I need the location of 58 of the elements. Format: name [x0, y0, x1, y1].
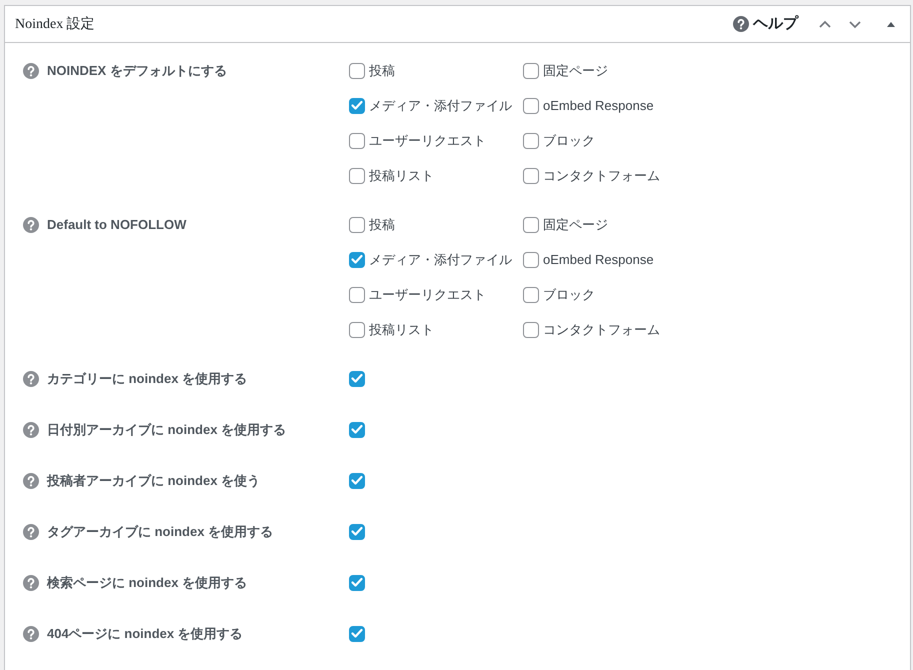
checkbox[interactable] — [349, 574, 365, 590]
checkbox[interactable] — [349, 62, 365, 78]
setting-label: 404ページに noindex を使用する — [47, 624, 243, 643]
help-icon — [23, 626, 39, 642]
option-label: 投稿 — [369, 62, 395, 80]
checkbox[interactable] — [349, 216, 365, 232]
option-label: 投稿リスト — [369, 166, 434, 185]
option-label: ブロック — [543, 286, 595, 304]
chevron-up-icon — [818, 18, 832, 30]
checkbox[interactable] — [349, 168, 365, 184]
checkbox[interactable] — [523, 286, 539, 302]
checkbox[interactable] — [349, 252, 365, 268]
setting-label: 日付別アーカイブに noindex を使用する — [47, 420, 286, 439]
help-icon — [733, 16, 749, 32]
setting-label: 検索ページに noindex を使用する — [47, 574, 248, 592]
checkbox[interactable] — [349, 98, 365, 114]
option-label: コンタクトフォーム — [543, 320, 660, 339]
panel-title: Noindex 設定 — [15, 15, 95, 34]
checkbox[interactable] — [349, 422, 365, 438]
help-icon — [23, 62, 39, 78]
setting-label: カテゴリーに noindex を使用する — [47, 370, 248, 388]
option-label: ユーザーリクエスト — [369, 286, 486, 304]
setting-label: Default to NOFOLLOW — [47, 216, 186, 234]
checkbox[interactable] — [349, 472, 365, 488]
checkbox[interactable] — [349, 286, 365, 302]
setting-label: NOINDEX をデフォルトにする — [47, 62, 227, 80]
option-label: 固定ページ — [543, 216, 608, 234]
setting-label: 投稿者アーカイブに noindex を使う — [47, 472, 260, 490]
option-label: メディア・添付ファイル — [369, 250, 512, 269]
option-label: コンタクトフォーム — [543, 166, 660, 185]
checkbox[interactable] — [523, 62, 539, 78]
setting-label: タグアーカイブに noindex を使用する — [47, 522, 274, 541]
option-label: oEmbed Response — [543, 96, 654, 115]
checkbox[interactable] — [523, 216, 539, 232]
checkbox[interactable] — [523, 132, 539, 148]
help-icon — [23, 422, 39, 438]
checkbox[interactable] — [523, 322, 539, 338]
option-label: 固定ページ — [543, 62, 608, 80]
option-label: oEmbed Response — [543, 250, 654, 269]
help-icon — [23, 216, 39, 232]
checkbox[interactable] — [523, 252, 539, 268]
help-icon — [23, 524, 39, 540]
checkbox[interactable] — [349, 132, 365, 148]
checkbox[interactable] — [349, 322, 365, 338]
option-label: 投稿 — [369, 216, 395, 234]
checkbox[interactable] — [349, 370, 365, 386]
option-label: 投稿リスト — [369, 320, 434, 339]
help-icon — [23, 472, 39, 488]
help-button[interactable]: ヘルプ — [733, 12, 798, 36]
checkbox[interactable] — [349, 626, 365, 642]
help-icon — [23, 574, 39, 590]
checkbox[interactable] — [523, 168, 539, 184]
checkbox[interactable] — [523, 98, 539, 114]
option-label: ユーザーリクエスト — [369, 132, 486, 150]
option-label: メディア・添付ファイル — [369, 96, 512, 115]
option-label: ブロック — [543, 132, 595, 150]
help-icon — [23, 370, 39, 386]
checkbox[interactable] — [349, 524, 365, 540]
